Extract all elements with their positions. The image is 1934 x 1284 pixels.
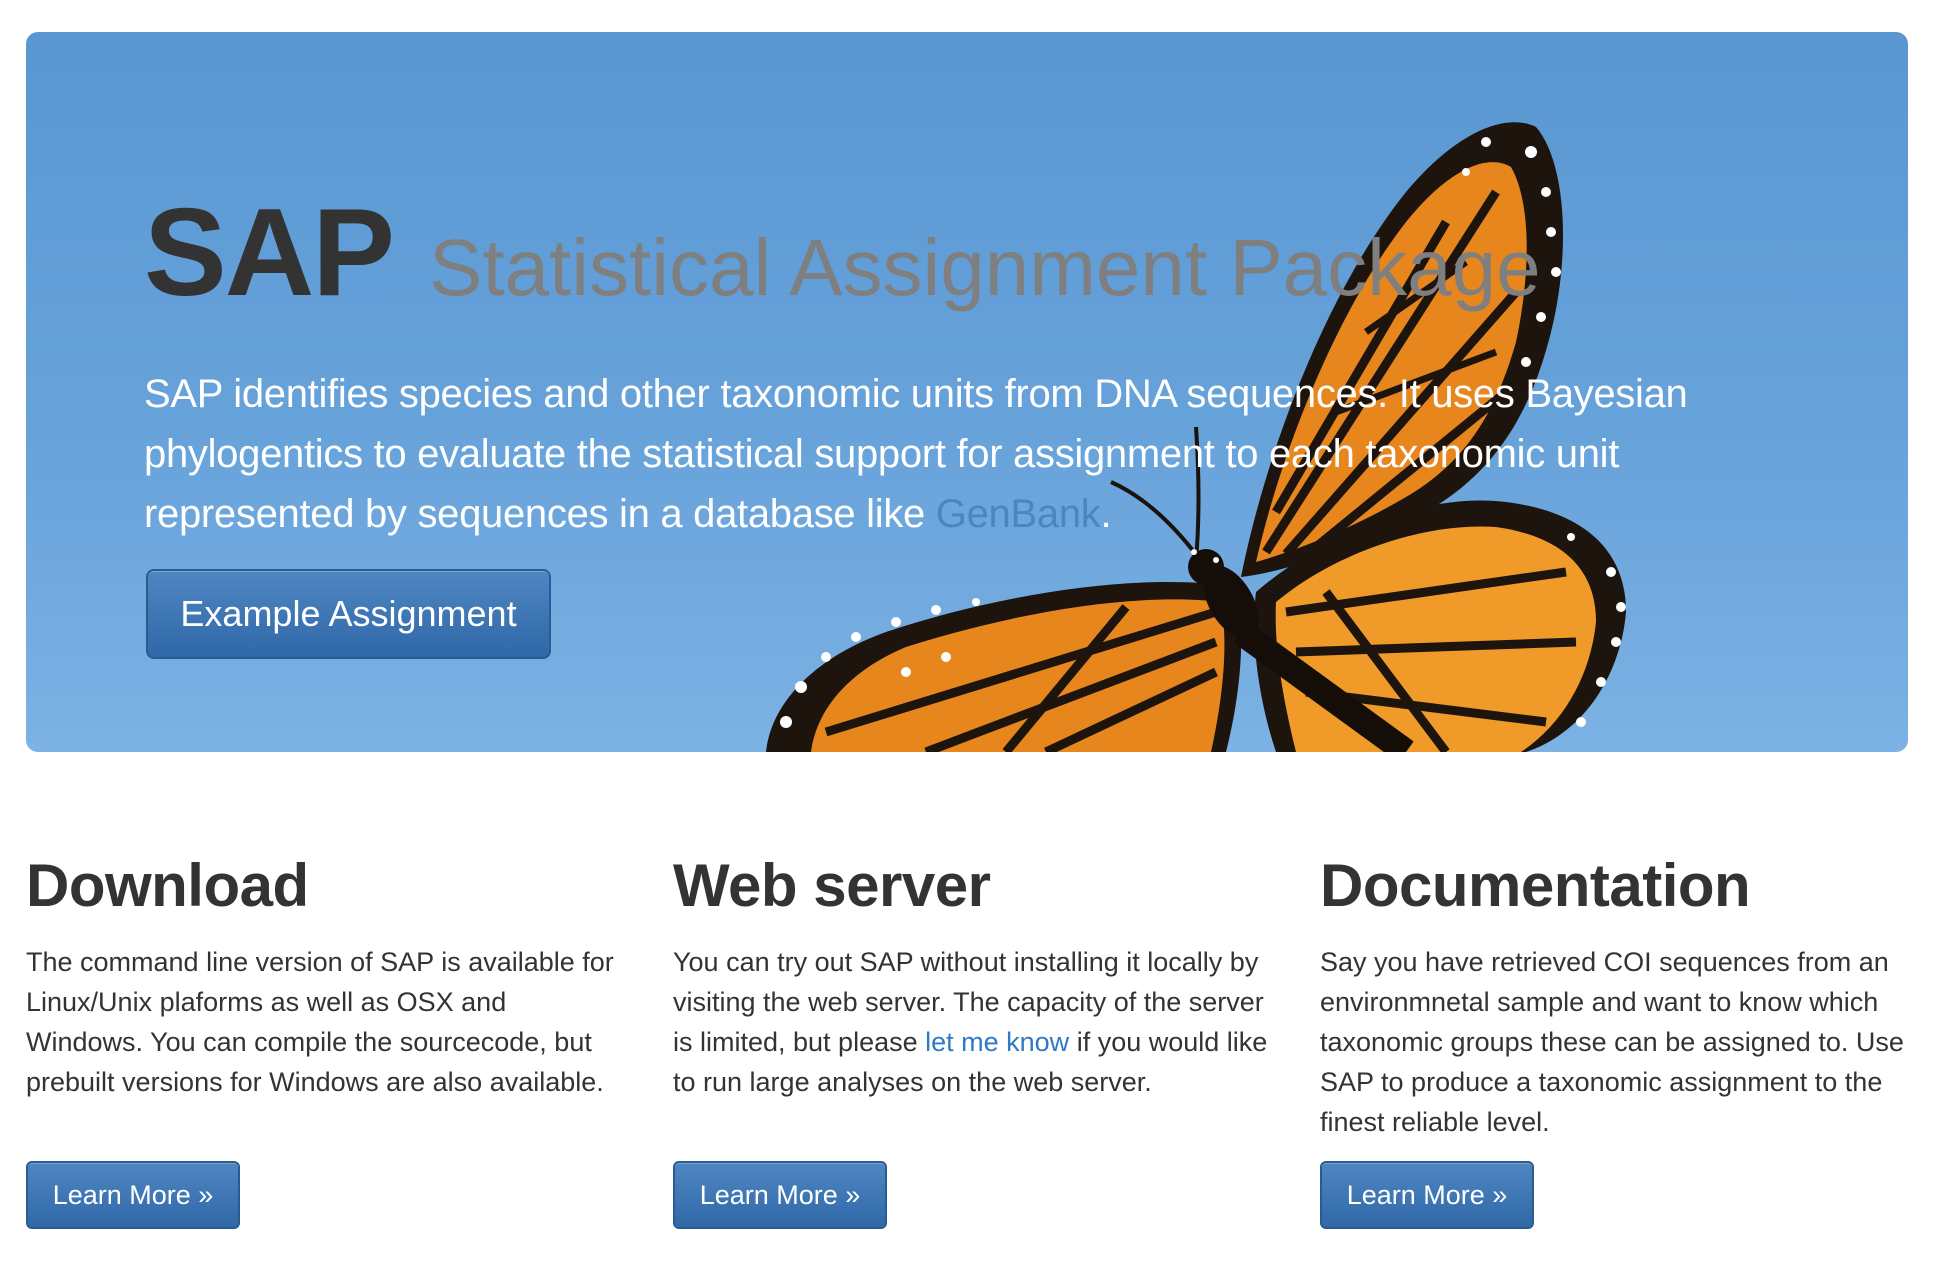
example-assignment-button[interactable]: Example Assignment <box>146 569 551 659</box>
download-text: The command line version of SAP is avail… <box>26 947 614 1097</box>
hero-jumbotron: SAP Statistical Assignment Package SAP i… <box>26 32 1908 752</box>
documentation-text: Say you have retrieved COI sequences fro… <box>1320 947 1904 1137</box>
hero-subtitle: Statistical Assignment Package <box>428 223 1541 312</box>
hero-lead-end: . <box>1100 492 1112 536</box>
web-server-text: You can try out SAP without installing i… <box>673 942 1273 1102</box>
hero-lead-body: SAP identifies species and other taxonom… <box>144 372 1688 536</box>
download-column: Download The command line version of SAP… <box>26 850 626 1102</box>
documentation-column: Documentation Say you have retrieved COI… <box>1320 850 1920 1142</box>
web-server-heading: Web server <box>673 852 991 919</box>
hero-heading: SAP Statistical Assignment Package <box>144 182 1541 324</box>
hero-lead-text: SAP identifies species and other taxonom… <box>144 364 1764 544</box>
download-heading: Download <box>26 852 309 919</box>
let-me-know-link[interactable]: let me know <box>925 1027 1069 1057</box>
documentation-learn-more-button[interactable]: Learn More » <box>1320 1161 1534 1229</box>
download-learn-more-button[interactable]: Learn More » <box>26 1161 240 1229</box>
genbank-link[interactable]: GenBank <box>936 492 1101 536</box>
web-server-column: Web server You can try out SAP without i… <box>673 850 1273 1102</box>
hero-title: SAP <box>144 184 395 322</box>
web-server-learn-more-button[interactable]: Learn More » <box>673 1161 887 1229</box>
documentation-heading: Documentation <box>1320 852 1751 919</box>
